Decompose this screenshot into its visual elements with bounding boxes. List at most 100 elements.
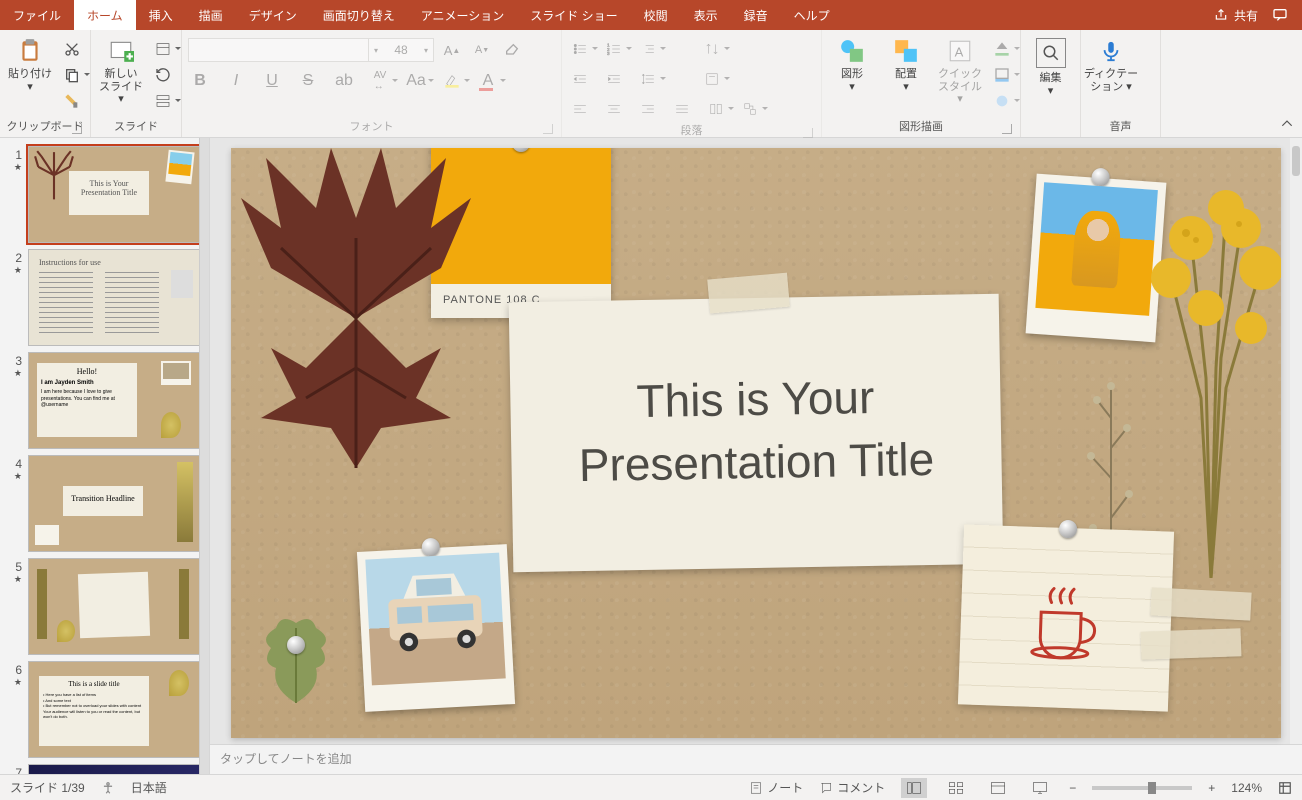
smartart-button[interactable] (738, 98, 762, 120)
font-highlight-button[interactable] (440, 70, 464, 92)
tab-help[interactable]: ヘルプ (781, 0, 843, 30)
tab-home[interactable]: ホーム (74, 0, 136, 30)
align-text-button[interactable] (700, 68, 724, 90)
font-selector[interactable]: ▾ 48 ▾ (188, 38, 434, 62)
change-case-button[interactable]: Aa (404, 70, 428, 92)
sorter-view-button[interactable] (943, 778, 969, 798)
underline-button[interactable]: U (260, 70, 284, 92)
thumbnail-5[interactable] (28, 558, 200, 655)
align-justify-button[interactable] (670, 98, 694, 120)
columns-icon (709, 102, 723, 116)
vertical-scrollbar[interactable] (1290, 138, 1302, 744)
format-painter-button[interactable] (60, 90, 84, 112)
paste-button[interactable]: 貼り付け▾ (6, 34, 54, 93)
shape-effects-button[interactable] (990, 90, 1014, 112)
shapes-icon (839, 38, 865, 64)
zoom-out-button[interactable]: − (1069, 781, 1076, 795)
comments-toggle[interactable]: コメント (819, 779, 885, 796)
font-dialog-launcher[interactable] (543, 124, 553, 134)
shapes-button[interactable]: 図形▾ (828, 34, 876, 93)
font-size-input[interactable]: 48 (383, 39, 419, 61)
paragraph-dialog-launcher[interactable] (803, 128, 813, 138)
normal-view-button[interactable] (901, 778, 927, 798)
font-color-button[interactable]: A (476, 70, 500, 92)
dictation-button[interactable]: ディクテー ション ▾ (1087, 34, 1135, 93)
layout-button[interactable] (151, 38, 175, 60)
zoom-in-button[interactable]: + (1208, 781, 1215, 795)
new-slide-button[interactable]: 新しい スライド ▾ (97, 34, 145, 106)
quick-styles-button[interactable]: A クイック スタイル ▾ (936, 34, 984, 106)
tab-transitions[interactable]: 画面切り替え (310, 0, 408, 30)
decrease-font-button[interactable]: A▼ (470, 39, 494, 61)
tab-animations[interactable]: アニメーション (408, 0, 518, 30)
clipboard-dialog-launcher[interactable] (72, 124, 82, 134)
numbering-button[interactable]: 123 (602, 38, 626, 60)
notes-pane[interactable]: タップしてノートを追加 (210, 744, 1302, 774)
effects-icon (994, 93, 1010, 109)
strikethrough-button[interactable]: S (296, 70, 320, 92)
thumbnail-6[interactable]: This is a slide title • Here you have a … (28, 661, 200, 758)
zoom-slider[interactable] (1092, 786, 1192, 790)
cut-button[interactable] (60, 38, 84, 60)
accessibility-icon[interactable] (101, 781, 115, 795)
slide-thumbnails-panel[interactable]: 1★ This is Your Presentation Title 2★ In… (0, 138, 210, 774)
section-button[interactable] (151, 90, 175, 112)
notes-toggle[interactable]: ノート (749, 779, 803, 796)
fit-window-icon[interactable] (1278, 781, 1292, 795)
align-center-button[interactable] (602, 98, 626, 120)
reset-button[interactable] (151, 64, 175, 86)
zoom-level[interactable]: 124% (1231, 781, 1262, 795)
align-left-button[interactable] (568, 98, 592, 120)
copy-button[interactable] (60, 64, 84, 86)
increase-indent-button[interactable] (602, 68, 626, 90)
tab-design[interactable]: デザイン (236, 0, 310, 30)
font-name-input[interactable] (189, 39, 369, 61)
bold-button[interactable]: B (188, 70, 212, 92)
tab-file[interactable]: ファイル (0, 0, 74, 30)
thumbnail-scrollbar[interactable] (199, 138, 209, 774)
shadow-button[interactable]: ab (332, 70, 356, 92)
thumbnail-7[interactable] (28, 764, 200, 774)
thumbnail-2[interactable]: Instructions for use (28, 249, 200, 346)
space-doodle-icon (29, 765, 199, 774)
section-icon (155, 93, 171, 109)
decrease-indent-button[interactable] (568, 68, 592, 90)
arrange-button[interactable]: 配置▾ (882, 34, 930, 93)
layout-icon (155, 41, 171, 57)
shape-fill-button[interactable] (990, 38, 1014, 60)
columns-button[interactable] (704, 98, 728, 120)
comments-icon[interactable] (1272, 7, 1288, 23)
thumbnail-1[interactable]: This is Your Presentation Title (28, 146, 200, 243)
tab-record[interactable]: 録音 (731, 0, 781, 30)
slideshow-view-button[interactable] (1027, 778, 1053, 798)
share-button[interactable]: 共有 (1214, 7, 1258, 24)
thumbnail-3[interactable]: Hello! I am Jayden Smith I am here becau… (28, 352, 200, 449)
slide-canvas[interactable]: PANTONE 108 C This (231, 148, 1281, 738)
main-area: 1★ This is Your Presentation Title 2★ In… (0, 138, 1302, 774)
group-editing: 編集▾ (1021, 30, 1081, 137)
bullets-button[interactable] (568, 38, 592, 60)
tab-insert[interactable]: 挿入 (136, 0, 186, 30)
language-label[interactable]: 日本語 (131, 779, 167, 796)
collapse-ribbon-icon[interactable] (1280, 117, 1294, 131)
clear-formatting-button[interactable] (500, 39, 524, 61)
list-level-button[interactable] (636, 38, 660, 60)
thumbnail-4[interactable]: Transition Headline (28, 455, 200, 552)
editing-button[interactable]: 編集▾ (1027, 34, 1074, 97)
italic-button[interactable]: I (224, 70, 248, 92)
line-spacing-button[interactable] (636, 68, 660, 90)
drawing-dialog-launcher[interactable] (1002, 124, 1012, 134)
align-right-button[interactable] (636, 98, 660, 120)
character-spacing-button[interactable]: AV↔ (368, 70, 392, 92)
eraser-icon (504, 42, 520, 58)
tab-view[interactable]: 表示 (681, 0, 731, 30)
reset-icon (155, 67, 171, 83)
shape-outline-button[interactable] (990, 64, 1014, 86)
reading-view-button[interactable] (985, 778, 1011, 798)
share-icon (1214, 8, 1228, 22)
tab-review[interactable]: 校閲 (631, 0, 681, 30)
tab-draw[interactable]: 描画 (186, 0, 236, 30)
increase-font-button[interactable]: A▲ (440, 39, 464, 61)
tab-slideshow[interactable]: スライド ショー (517, 0, 630, 30)
text-direction-button[interactable] (700, 38, 724, 60)
